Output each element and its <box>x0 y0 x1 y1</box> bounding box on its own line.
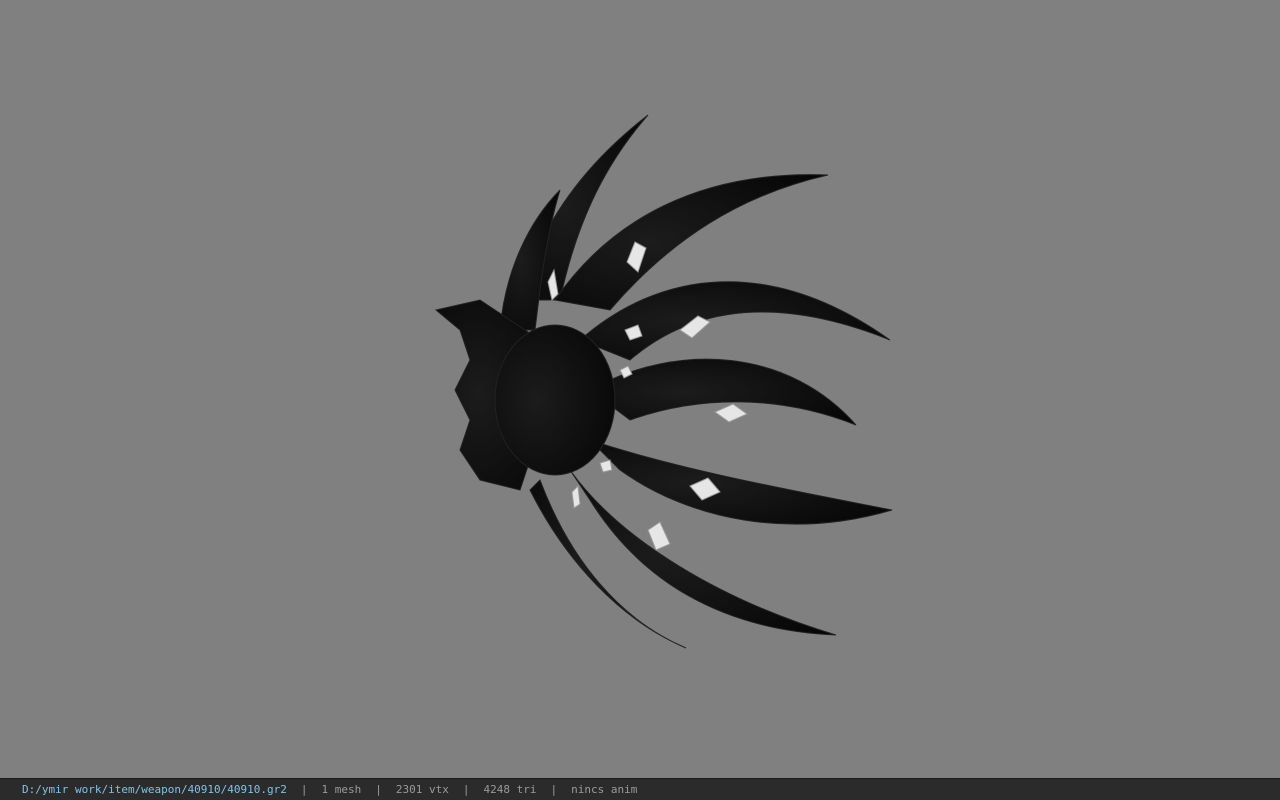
3d-viewport[interactable] <box>0 0 1280 778</box>
triangle-count: 4248 tri <box>483 783 537 796</box>
mesh-count: 1 mesh <box>321 783 362 796</box>
separator: | <box>300 783 308 796</box>
separator: | <box>462 783 470 796</box>
file-path: D:/ymir work/item/weapon/40910/40910.gr2 <box>22 783 287 796</box>
status-bar: D:/ymir work/item/weapon/40910/40910.gr2… <box>0 778 1280 800</box>
separator: | <box>375 783 382 796</box>
vertex-count: 2301 vtx <box>395 783 449 796</box>
weapon-blades <box>434 114 893 649</box>
separator: | <box>550 783 558 796</box>
weapon-model-render <box>434 114 893 649</box>
anim-status: nincs anim <box>571 783 638 796</box>
